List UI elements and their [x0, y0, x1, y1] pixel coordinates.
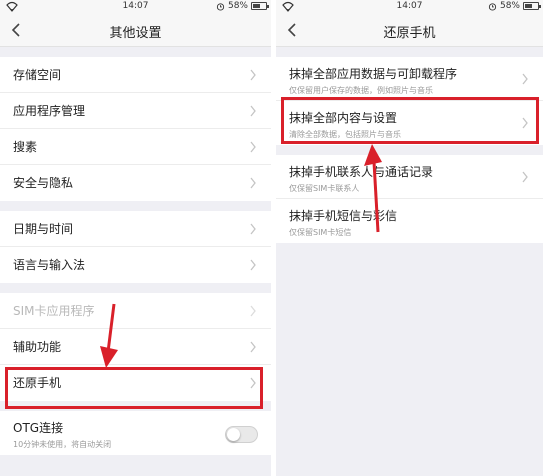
chevron-right-icon: [250, 377, 256, 389]
battery-percent: 58%: [499, 1, 520, 11]
setting-sim-apps[interactable]: SIM卡应用程序: [0, 293, 271, 329]
setting-security-privacy[interactable]: 安全与隐私: [0, 165, 271, 201]
setting-accessibility[interactable]: 辅助功能: [0, 329, 271, 365]
row-label: 搜素: [13, 140, 38, 154]
row-label: 辅助功能: [13, 340, 62, 354]
setting-otg[interactable]: OTG连接 10分钟未使用，将自动关闭: [0, 411, 271, 455]
row-label: 抹掉全部应用数据与可卸载程序: [289, 67, 458, 81]
reset-erase-sms-mms[interactable]: 抹掉手机短信与彩信 仅保留SIM卡短信: [276, 199, 543, 243]
row-label: 存储空间: [13, 68, 62, 82]
setting-language-input[interactable]: 语言与输入法: [0, 247, 271, 283]
row-label: SIM卡应用程序: [13, 304, 95, 318]
battery-icon: [251, 2, 269, 10]
chevron-right-icon: [250, 341, 256, 352]
chevron-right-icon: [522, 117, 528, 129]
chevron-right-icon: [250, 69, 256, 80]
page-title: 其他设置: [109, 26, 162, 41]
chevron-right-icon: [522, 73, 528, 84]
row-label: 抹掉手机联系人与通话记录: [289, 165, 434, 179]
reset-group-apps: 抹掉全部应用数据与可卸载程序 仅保留用户保存的数据，例如照片与音乐 抹掉全部内容…: [276, 57, 543, 145]
chevron-right-icon: [250, 259, 256, 271]
chevron-right-icon: [522, 171, 528, 182]
toggle-knob: [227, 428, 240, 441]
alarm-icon: [216, 2, 225, 11]
row-label: 安全与隐私: [13, 176, 74, 190]
status-bar: 14:07 58%: [0, 0, 271, 13]
battery-percent: 58%: [227, 1, 248, 11]
left-phone-screen: 14:07 58% 其他设置 存储空间 应用程序管理 搜素 安全与隐私 日期与时…: [0, 0, 271, 476]
setting-storage[interactable]: 存储空间: [0, 57, 271, 93]
chevron-right-icon: [250, 105, 256, 116]
reset-erase-all-content[interactable]: 抹掉全部内容与设置 清除全部数据，包括照片与音乐: [276, 101, 543, 145]
title-bar: 还原手机: [276, 13, 543, 47]
setting-search[interactable]: 搜素: [0, 129, 271, 165]
row-label: 日期与时间: [13, 222, 74, 236]
battery-fill: [253, 4, 260, 8]
reset-erase-contacts-calls[interactable]: 抹掉手机联系人与通话记录 仅保留SIM卡联系人: [276, 155, 543, 199]
row-sublabel: 仅保留SIM卡联系人: [289, 184, 360, 193]
setting-app-management[interactable]: 应用程序管理: [0, 93, 271, 129]
setting-reset-phone[interactable]: 还原手机: [0, 365, 271, 401]
battery-fill: [525, 4, 532, 8]
row-sublabel: 仅保留用户保存的数据，例如照片与音乐: [289, 86, 433, 95]
settings-group-datetime: 日期与时间 语言与输入法: [0, 211, 271, 283]
row-label: 抹掉手机短信与彩信: [289, 209, 398, 223]
row-sublabel: 仅保留SIM卡短信: [289, 228, 352, 237]
alarm-icon: [488, 2, 497, 11]
settings-group-otg: OTG连接 10分钟未使用，将自动关闭: [0, 411, 271, 455]
reset-group-contacts: 抹掉手机联系人与通话记录 仅保留SIM卡联系人 抹掉手机短信与彩信 仅保留SIM…: [276, 155, 543, 243]
chevron-right-icon: [250, 177, 256, 189]
row-label: 语言与输入法: [13, 258, 86, 272]
screenshot-frame: 14:07 58% 其他设置 存储空间 应用程序管理 搜素 安全与隐私 日期与时…: [0, 0, 543, 476]
chevron-right-icon: [250, 141, 256, 152]
page-title: 还原手机: [383, 26, 436, 41]
row-label: 还原手机: [13, 376, 62, 390]
battery-icon: [523, 2, 541, 10]
setting-date-time[interactable]: 日期与时间: [0, 211, 271, 247]
chevron-right-icon: [250, 223, 256, 234]
status-bar: 14:07 58%: [276, 0, 543, 13]
row-sublabel: 清除全部数据，包括照片与音乐: [289, 130, 401, 139]
otg-toggle[interactable]: [225, 426, 258, 443]
row-label: 抹掉全部内容与设置: [289, 111, 398, 125]
settings-group-storage: 存储空间 应用程序管理 搜素 安全与隐私: [0, 57, 271, 201]
chevron-right-icon: [250, 305, 256, 316]
right-phone-screen: 14:07 58% 还原手机 抹掉全部应用数据与可卸载程序 仅保留用户保存的数据…: [276, 0, 543, 476]
row-label: 应用程序管理: [13, 104, 86, 118]
title-bar: 其他设置: [0, 13, 271, 47]
reset-erase-app-data[interactable]: 抹掉全部应用数据与可卸载程序 仅保留用户保存的数据，例如照片与音乐: [276, 57, 543, 101]
settings-group-misc: SIM卡应用程序 辅助功能 还原手机: [0, 293, 271, 401]
